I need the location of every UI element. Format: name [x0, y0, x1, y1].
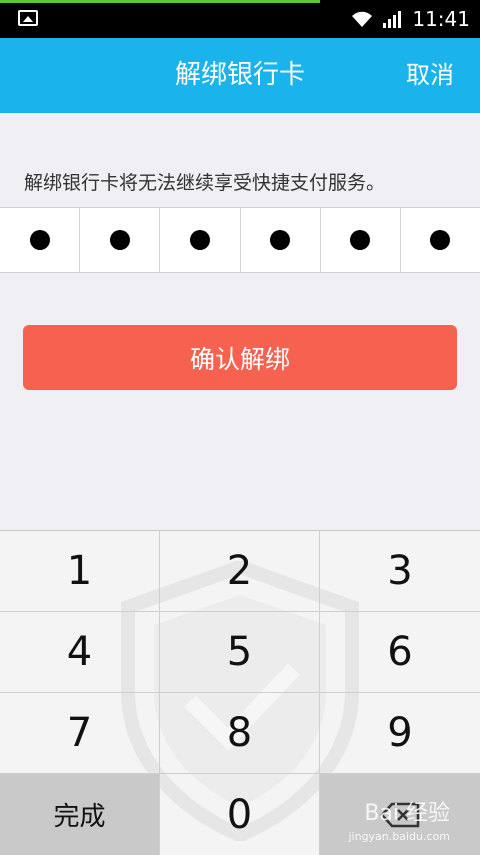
key-6[interactable]: 6 [320, 612, 480, 693]
pin-dot [109, 230, 130, 250]
confirm-unbind-button[interactable]: 确认解绑 [23, 325, 457, 390]
unbind-notice: 解绑银行卡将无法继续享受快捷支付服务。 [24, 172, 386, 194]
picture-notification-icon [18, 10, 38, 26]
pin-dot [350, 230, 371, 250]
wifi-icon [352, 11, 373, 27]
pin-cell [401, 208, 480, 272]
status-time: 11:41 [412, 7, 470, 31]
pin-cell [160, 208, 241, 272]
status-bar: 11:41 [0, 0, 480, 38]
status-right: 11:41 [350, 0, 470, 38]
key-3[interactable]: 3 [320, 531, 480, 612]
cancel-button[interactable]: 取消 [406, 38, 454, 113]
key-2[interactable]: 2 [160, 531, 320, 612]
key-9[interactable]: 9 [320, 693, 480, 774]
key-4[interactable]: 4 [0, 612, 160, 693]
pin-cell [241, 208, 321, 272]
numeric-keypad: 1 2 3 4 5 6 7 8 9 完成 0 Bai 经验 jingyan.ba… [0, 530, 480, 855]
header: 解绑银行卡 取消 [0, 38, 480, 113]
key-7[interactable]: 7 [0, 693, 160, 774]
pin-cell [0, 208, 81, 272]
key-5[interactable]: 5 [160, 612, 320, 693]
key-1[interactable]: 1 [0, 531, 160, 612]
key-8[interactable]: 8 [160, 693, 320, 774]
signal-icon [383, 11, 402, 28]
pin-cell [321, 208, 401, 272]
pin-dot [189, 230, 210, 250]
pin-dot [29, 230, 50, 250]
pin-input[interactable] [0, 207, 480, 273]
status-progress [0, 0, 320, 3]
pin-cell [80, 208, 161, 272]
watermark-sub: jingyan.baidu.com [348, 830, 450, 843]
pin-dot [430, 230, 451, 250]
watermark-text: Bai 经验 [364, 801, 450, 826]
backspace-button[interactable]: Bai 经验 jingyan.baidu.com [320, 774, 480, 855]
done-button[interactable]: 完成 [0, 774, 160, 855]
pin-dot [270, 230, 291, 250]
key-0[interactable]: 0 [160, 774, 320, 855]
